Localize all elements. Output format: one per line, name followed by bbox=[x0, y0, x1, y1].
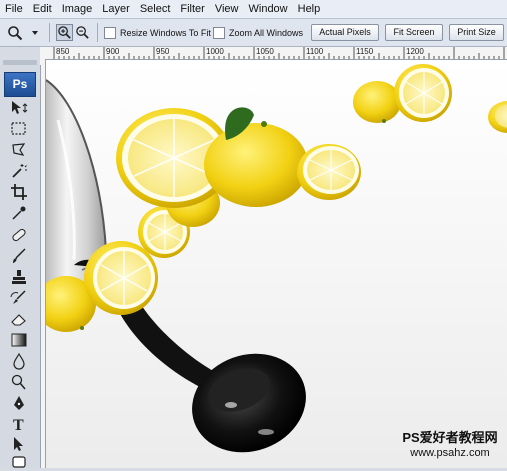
menu-filter[interactable]: Filter bbox=[175, 0, 209, 18]
rectangle-shape-icon bbox=[12, 456, 26, 468]
lemon-slice-glass bbox=[84, 241, 158, 315]
ps-logo: Ps bbox=[4, 72, 36, 97]
resize-windows-label: Resize Windows To Fit bbox=[120, 27, 211, 38]
shape-tool[interactable] bbox=[8, 453, 30, 471]
watermark: PS爱好者教程网 www.psahz.com bbox=[396, 430, 504, 460]
crop-icon bbox=[11, 184, 27, 200]
ruler-label: 1150 bbox=[356, 47, 374, 56]
chevron-down-icon bbox=[32, 30, 38, 35]
menu-bar: File Edit Image Layer Select Filter View… bbox=[0, 0, 507, 19]
separator bbox=[49, 23, 50, 42]
zoom-in-icon[interactable] bbox=[56, 24, 73, 41]
ruler-label: 850 bbox=[56, 47, 70, 56]
pen-icon bbox=[14, 396, 24, 410]
type-icon: T bbox=[13, 417, 24, 433]
menu-edit[interactable]: Edit bbox=[28, 0, 57, 18]
gradient-icon bbox=[11, 333, 27, 347]
stamp-icon bbox=[12, 270, 26, 284]
path-selection-icon bbox=[14, 437, 23, 451]
history-brush-tool[interactable] bbox=[8, 289, 30, 307]
ruler-label: 950 bbox=[156, 47, 170, 56]
brush-tool[interactable] bbox=[8, 247, 30, 265]
blur-icon bbox=[13, 352, 25, 370]
magic-wand-icon bbox=[12, 164, 27, 178]
menu-select[interactable]: Select bbox=[135, 0, 176, 18]
marquee-tool[interactable] bbox=[8, 120, 30, 138]
menu-window[interactable]: Window bbox=[244, 0, 293, 18]
move-tool[interactable] bbox=[8, 99, 30, 117]
zoom-all-option[interactable]: Zoom All Windows bbox=[213, 19, 303, 46]
resize-windows-checkbox[interactable] bbox=[104, 26, 116, 39]
menu-file[interactable]: File bbox=[0, 0, 28, 18]
menu-image[interactable]: Image bbox=[57, 0, 98, 18]
watermark-url: www.psahz.com bbox=[410, 447, 490, 459]
print-size-button[interactable]: Print Size bbox=[449, 24, 504, 41]
lemon-slice-topright bbox=[394, 64, 452, 122]
bandage-icon bbox=[12, 228, 26, 242]
gradient-tool[interactable] bbox=[8, 331, 30, 349]
dodge-tool[interactable] bbox=[8, 373, 30, 391]
zoom-all-checkbox[interactable] bbox=[213, 26, 225, 39]
separator bbox=[97, 23, 98, 42]
eyedropper-icon bbox=[12, 206, 26, 220]
blur-tool[interactable] bbox=[8, 352, 30, 370]
lasso-tool[interactable] bbox=[8, 141, 30, 159]
watermark-title: PS爱好者教程网 bbox=[402, 430, 498, 445]
crop-tool[interactable] bbox=[8, 183, 30, 201]
lemon-slice-right bbox=[297, 144, 361, 200]
options-bar: Resize Windows To Fit Zoom All Windows A… bbox=[0, 19, 507, 47]
menu-layer[interactable]: Layer bbox=[97, 0, 135, 18]
history-brush-icon bbox=[10, 290, 26, 304]
marquee-icon bbox=[11, 122, 26, 135]
dodge-icon bbox=[11, 374, 26, 390]
healing-brush-tool[interactable] bbox=[8, 226, 30, 244]
move-icon bbox=[12, 101, 28, 114]
svg-text:T: T bbox=[13, 417, 24, 433]
toolbox: Ps T bbox=[0, 60, 41, 471]
pen-tool[interactable] bbox=[8, 394, 30, 412]
canvas-image bbox=[46, 60, 507, 468]
path-selection-tool[interactable] bbox=[8, 435, 30, 453]
zoom-out-icon[interactable] bbox=[75, 25, 90, 40]
fit-screen-button[interactable]: Fit Screen bbox=[385, 24, 443, 41]
type-tool[interactable]: T bbox=[8, 415, 30, 433]
horizontal-ruler[interactable]: 850 900 950 1000 1050 1100 1150 1200 bbox=[44, 47, 507, 60]
lasso-icon bbox=[12, 143, 26, 156]
magic-wand-tool[interactable] bbox=[8, 162, 30, 180]
ruler-label: 1200 bbox=[406, 47, 424, 56]
zoom-tool-icon bbox=[8, 25, 23, 40]
eraser-tool[interactable] bbox=[8, 310, 30, 328]
ruler-label: 900 bbox=[106, 47, 120, 56]
toolbox-grip[interactable] bbox=[3, 60, 37, 65]
document-canvas[interactable] bbox=[46, 60, 507, 468]
clone-stamp-tool[interactable] bbox=[8, 268, 30, 286]
eraser-icon bbox=[11, 314, 26, 326]
ruler-label: 1000 bbox=[206, 47, 224, 56]
menu-help[interactable]: Help bbox=[293, 0, 326, 18]
tool-preset-picker[interactable] bbox=[7, 23, 41, 42]
actual-pixels-button[interactable]: Actual Pixels bbox=[311, 24, 379, 41]
ruler-label: 1100 bbox=[306, 47, 324, 56]
lemon-whole-topright bbox=[353, 81, 401, 123]
eyedropper-tool[interactable] bbox=[8, 204, 30, 222]
resize-windows-option[interactable]: Resize Windows To Fit bbox=[104, 19, 211, 46]
brush-icon bbox=[13, 248, 26, 263]
zoom-mode-buttons bbox=[56, 19, 90, 46]
menu-view[interactable]: View bbox=[210, 0, 244, 18]
ruler-label: 1050 bbox=[256, 47, 274, 56]
zoom-all-label: Zoom All Windows bbox=[229, 27, 304, 38]
